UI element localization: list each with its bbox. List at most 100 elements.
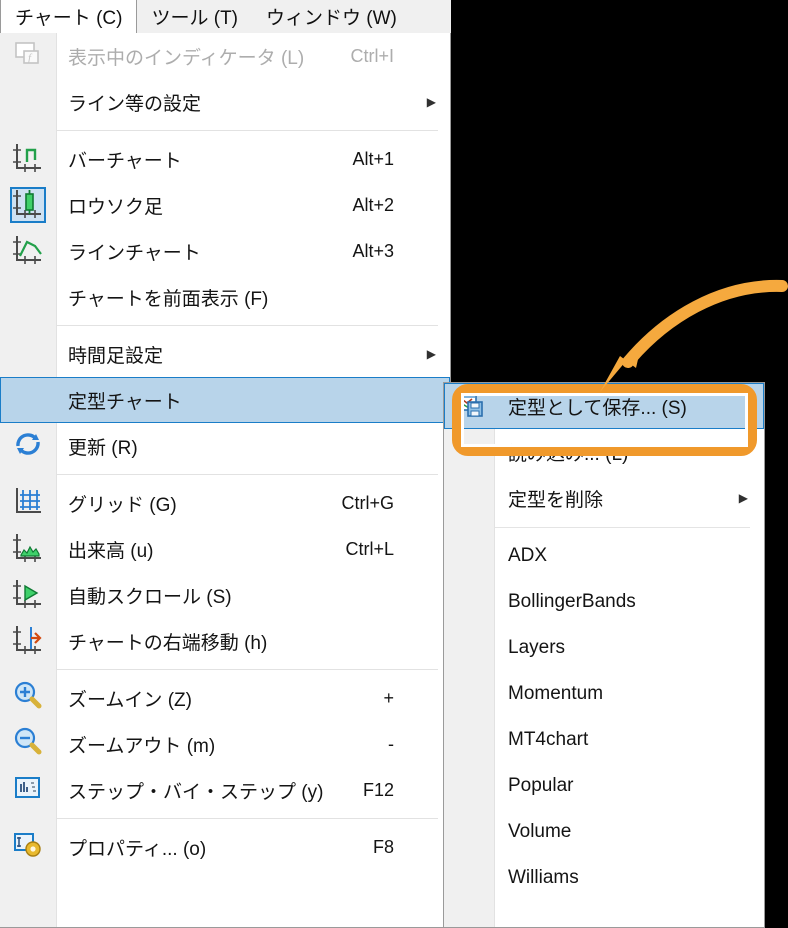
submenu-item-label: Williams — [508, 867, 579, 888]
menu-item-14[interactable]: 自動スクロール (S) — [0, 572, 450, 618]
submenu-item-icon-slot — [444, 855, 494, 901]
menu-item-18[interactable]: ズームアウト (m) - — [0, 721, 450, 767]
menu-item-label: 表示中のインディケータ (L) — [68, 47, 305, 69]
submenu-item-2[interactable]: 定型を削除 ▶ — [444, 475, 764, 521]
menu-item-10[interactable]: 更新 (R) — [0, 423, 450, 469]
menu-item-icon-slot: f — [0, 33, 56, 79]
menu-item-shortcut: Alt+3 — [352, 240, 394, 261]
menu-item-shortcut: - — [388, 733, 394, 754]
menu-separator — [0, 125, 450, 136]
menu-item-icon-slot — [0, 767, 56, 813]
menu-item-shortcut: Alt+1 — [352, 148, 394, 169]
submenu-item-8[interactable]: MT4chart — [444, 717, 764, 763]
selected-icon-frame — [10, 187, 46, 223]
menu-item-label: ズームイン (Z) — [68, 689, 192, 711]
menu-item-icon-slot — [1, 378, 57, 424]
submenu-item-label: Momentum — [508, 683, 604, 704]
step-by-step-icon — [11, 771, 45, 810]
menu-item-0: f 表示中のインディケータ (L) Ctrl+I — [0, 33, 450, 79]
submenu-item-5[interactable]: BollingerBands — [444, 579, 764, 625]
menubar-item-2[interactable]: ウィンドウ (W) — [252, 0, 411, 33]
menu-separator — [0, 813, 450, 824]
menu-item-13[interactable]: 出来高 (u) Ctrl+L — [0, 526, 450, 572]
submenu-item-7[interactable]: Momentum — [444, 671, 764, 717]
grid-icon — [11, 484, 45, 523]
menu-item-icon-slot — [0, 331, 56, 377]
zoom-in-icon — [11, 679, 45, 718]
menu-item-label: チャートの右端移動 (h) — [68, 632, 268, 654]
submenu-item-9[interactable]: Popular — [444, 763, 764, 809]
menu-item-icon-slot — [0, 572, 56, 618]
volume-icon — [11, 530, 45, 569]
menu-item-icon-slot — [0, 721, 56, 767]
chart-menu-item-list: f 表示中のインディケータ (L) Ctrl+I ライン等の設定 ▶ バーチャート Alt+… — [0, 33, 450, 870]
menu-item-label: ステップ・バイ・ステップ (y) — [68, 781, 324, 803]
menu-item-label: 更新 (R) — [68, 437, 138, 459]
submenu-item-1[interactable]: 読み込み... (L) — [444, 429, 764, 475]
submenu-item-0[interactable]: 定型として保存... (S) — [444, 383, 764, 429]
menu-item-9[interactable]: 定型チャート — [0, 377, 450, 423]
menu-item-12[interactable]: グリッド (G) Ctrl+G — [0, 480, 450, 526]
submenu-chevron-icon: ▶ — [738, 491, 748, 505]
menu-item-label: ズームアウト (m) — [68, 735, 216, 757]
menu-item-icon-slot — [0, 182, 56, 228]
menu-item-21[interactable]: プロパティ... (o) F8 — [0, 824, 450, 870]
menu-item-label: プロパティ... (o) — [68, 838, 207, 860]
submenu-item-icon-slot — [444, 671, 494, 717]
submenu-item-icon-slot — [444, 429, 494, 475]
submenu-item-label: ADX — [508, 545, 548, 566]
menu-item-8[interactable]: 時間足設定 ▶ — [0, 331, 450, 377]
menu-item-4[interactable]: ロウソク足 Alt+2 — [0, 182, 450, 228]
menubar-item-0[interactable]: チャート (C) — [0, 0, 138, 33]
line-chart-icon — [11, 232, 45, 271]
menubar-item-label: ウィンドウ (W) — [266, 8, 397, 29]
candlestick-chart-icon — [11, 186, 45, 225]
bar-chart-icon — [11, 140, 45, 179]
menubar-item-1[interactable]: ツール (T) — [137, 0, 252, 33]
chart-menu-dropdown: f 表示中のインディケータ (L) Ctrl+I ライン等の設定 ▶ バーチャート Alt+… — [0, 33, 451, 928]
menu-bar: チャート (C) ツール (T) ウィンドウ (W) — [0, 0, 451, 34]
menu-item-label: 時間足設定 — [68, 345, 164, 367]
submenu-item-label: 定型を削除 — [508, 489, 604, 511]
submenu-item-10[interactable]: Volume — [444, 809, 764, 855]
menu-item-label: 出来高 (u) — [68, 540, 154, 562]
submenu-item-icon-slot — [444, 717, 494, 763]
menu-item-shortcut: Ctrl+G — [341, 492, 394, 513]
curved-arrow-annotation — [600, 279, 788, 392]
menu-item-label: ロウソク足 — [68, 196, 164, 218]
menu-item-icon-slot — [0, 423, 56, 469]
menu-item-icon-slot — [0, 228, 56, 274]
template-submenu: 定型として保存... (S) 読み込み... (L) 定型を削除 ▶ ADX Bollin… — [443, 382, 765, 928]
menu-item-label: グリッド (G) — [68, 494, 177, 516]
submenu-item-label: Volume — [508, 821, 572, 842]
properties-icon — [11, 828, 45, 867]
auto-scroll-icon — [11, 576, 45, 615]
menu-item-label: ライン等の設定 — [68, 93, 202, 115]
submenu-item-label: Popular — [508, 775, 574, 796]
menu-item-15[interactable]: チャートの右端移動 (h) — [0, 618, 450, 664]
menu-item-icon-slot — [0, 480, 56, 526]
menu-item-icon-slot — [0, 824, 56, 870]
submenu-item-4[interactable]: ADX — [444, 533, 764, 579]
submenu-item-label: Layers — [508, 637, 566, 658]
submenu-chevron-icon: ▶ — [426, 347, 436, 361]
menu-item-17[interactable]: ズームイン (Z) + — [0, 675, 450, 721]
submenu-item-6[interactable]: Layers — [444, 625, 764, 671]
menu-item-shortcut: + — [383, 687, 394, 708]
submenu-item-icon-slot — [444, 579, 494, 625]
menu-item-6[interactable]: チャートを前面表示 (F) — [0, 274, 450, 320]
menu-item-label: チャートを前面表示 (F) — [68, 288, 269, 310]
chart-shift-icon — [11, 622, 45, 661]
menu-item-19[interactable]: ステップ・バイ・ステップ (y) F12 — [0, 767, 450, 813]
menu-item-shortcut: Alt+2 — [352, 194, 394, 215]
menu-item-label: ラインチャート — [68, 242, 201, 264]
submenu-item-icon-slot — [444, 625, 494, 671]
menu-item-label: 自動スクロール (S) — [68, 586, 232, 608]
template-submenu-item-list: 定型として保存... (S) 読み込み... (L) 定型を削除 ▶ ADX Bollin… — [444, 383, 764, 901]
menu-item-5[interactable]: ラインチャート Alt+3 — [0, 228, 450, 274]
submenu-item-icon-slot — [444, 475, 494, 521]
menu-item-3[interactable]: バーチャート Alt+1 — [0, 136, 450, 182]
submenu-item-11[interactable]: Williams — [444, 855, 764, 901]
menu-item-shortcut: F8 — [372, 836, 394, 857]
menu-item-1[interactable]: ライン等の設定 ▶ — [0, 79, 450, 125]
